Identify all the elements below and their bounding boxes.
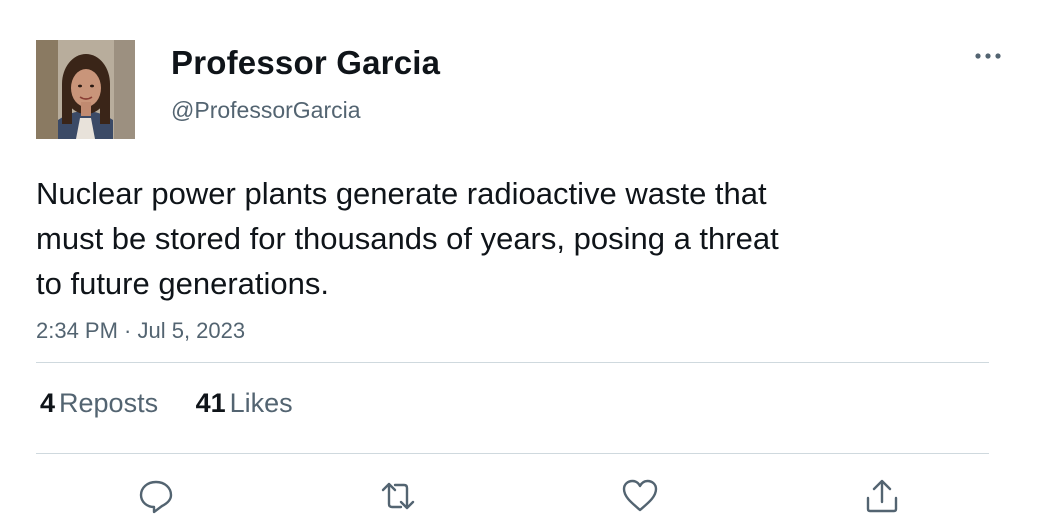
tweet-timestamp[interactable]: 2:34 PM · Jul 5, 2023	[36, 318, 245, 344]
more-icon	[975, 53, 1001, 59]
avatar[interactable]	[36, 40, 135, 139]
likes-count: 41	[195, 388, 226, 418]
tweet-text: Nuclear power plants generate radioactiv…	[36, 171, 936, 306]
divider	[36, 453, 989, 454]
reposts-stat[interactable]: 4 Reposts	[40, 388, 158, 418]
reply-icon	[139, 480, 173, 514]
display-name[interactable]: Professor Garcia	[171, 44, 440, 82]
repost-icon	[381, 482, 415, 510]
tweet-text-line: Nuclear power plants generate radioactiv…	[36, 176, 767, 211]
profile-photo-icon	[36, 40, 135, 139]
likes-label: Likes	[229, 388, 293, 418]
tweet-card: Professor Garcia @ProfessorGarcia Nuclea…	[0, 0, 1050, 525]
reposts-label: Reposts	[59, 388, 159, 418]
tweet-text-line: to future generations.	[36, 266, 329, 301]
tweet-text-line: must be stored for thousands of years, p…	[36, 221, 779, 256]
likes-stat[interactable]: 41 Likes	[196, 388, 293, 418]
divider	[36, 362, 989, 363]
more-options-button[interactable]	[972, 44, 1004, 68]
like-button[interactable]	[620, 476, 660, 516]
reposts-count: 4	[40, 388, 56, 418]
engagement-stats: 4 Reposts 41 Likes	[40, 388, 323, 419]
reply-button[interactable]	[136, 476, 176, 516]
share-button[interactable]	[862, 476, 902, 516]
repost-button[interactable]	[378, 476, 418, 516]
share-icon	[866, 479, 898, 513]
heart-icon	[622, 479, 658, 512]
user-handle[interactable]: @ProfessorGarcia	[171, 97, 361, 124]
